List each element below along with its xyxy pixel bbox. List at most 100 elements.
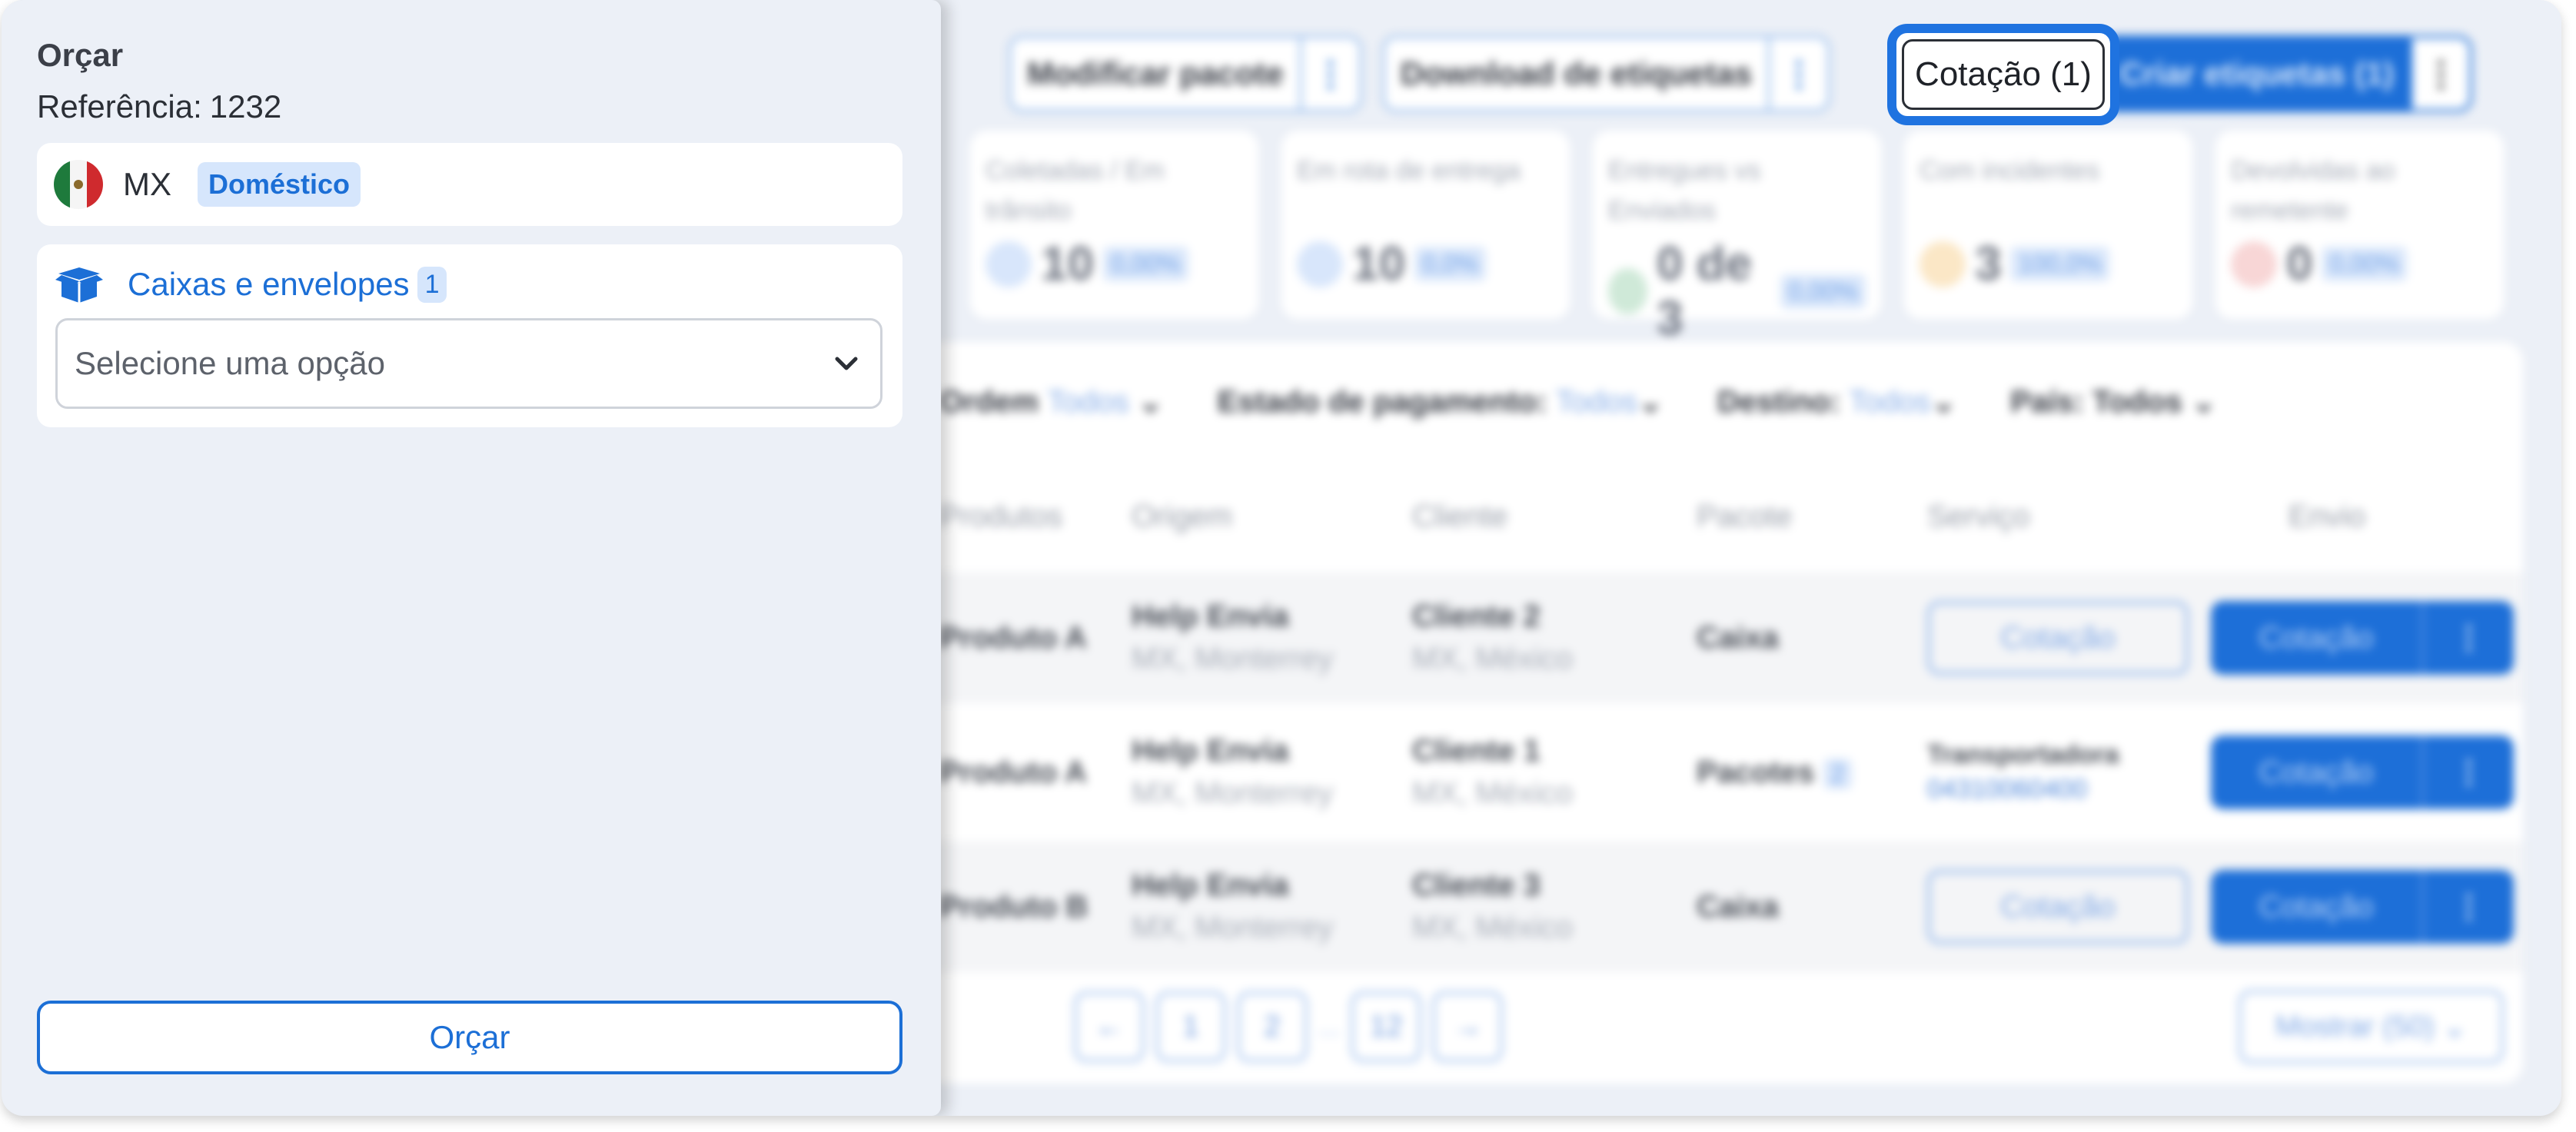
filter-payment[interactable]: Estado de pagamento: Todos⌄ <box>1217 384 1663 420</box>
stat-pct: 0,00% <box>1102 247 1188 281</box>
toolbar: Modificar pacote ⋮ Download de etiquetas… <box>1009 35 2473 112</box>
drawer-title: Orçar <box>37 37 124 73</box>
table-row[interactable]: Produto B Help Envia MX, Monterrey Client… <box>847 842 2523 972</box>
ship-quote-button[interactable]: Cotação ⋮ <box>2211 870 2514 944</box>
modify-package-button[interactable]: Modificar pacote ⋮ <box>1009 35 1362 112</box>
stat-value: 10 <box>1352 237 1405 290</box>
filter-order[interactable]: Ordem Todos ⌄ <box>939 384 1163 420</box>
stat-pct: 100,0% <box>2010 247 2110 281</box>
stat-value: 0 de 3 <box>1656 237 1753 345</box>
quote-button-highlight: Cotação (1) <box>1887 24 2119 125</box>
service-quote-button[interactable]: Cotação <box>1927 601 2189 675</box>
stat-card-delivered[interactable]: Entregues vs Enviados 0 de 3 0,00% <box>1593 131 1881 345</box>
packages-label: Caixas e envelopes <box>128 266 410 302</box>
package-type: Caixa <box>1697 620 1779 655</box>
stat-value: 3 <box>1975 237 2002 290</box>
stat-pct: 0,00% <box>2322 247 2408 281</box>
col-package: Pacote <box>1697 500 1793 533</box>
stat-card-transit[interactable]: Coletadas / Em trânsito 10 0,00% <box>970 131 1258 319</box>
download-labels-button[interactable]: Download de etiquetas ⋮ <box>1381 35 1831 112</box>
people-icon <box>1608 268 1647 314</box>
create-labels-label: Criar etiquetas (1) <box>2119 55 2395 91</box>
stat-title: Com incidentes <box>1920 156 2100 185</box>
package-select[interactable]: Selecione uma opção <box>55 318 882 409</box>
stat-value: 10 <box>1041 237 1094 290</box>
filter-destination[interactable]: Destino: Todos⌄ <box>1717 384 1956 420</box>
package-type: Caixa <box>1697 889 1779 924</box>
filter-country[interactable]: País: Todos ⌄ <box>2010 384 2216 420</box>
client-location: MX, México <box>1412 642 1573 676</box>
app-window: Modificar pacote ⋮ Download de etiquetas… <box>2 0 2561 1116</box>
country-code: MX <box>123 166 171 202</box>
more-options-icon[interactable]: ⋮ <box>2421 870 2514 944</box>
filter-order-label: Ordem <box>939 385 1039 419</box>
page-size-select[interactable]: Mostrar (50) ⌄ <box>2239 990 2504 1064</box>
client-location: MX, México <box>1412 776 1573 810</box>
reference-value: 1232 <box>209 88 282 124</box>
download-labels-label: Download de etiquetas <box>1400 55 1753 91</box>
origin-name: Help Envia <box>1132 734 1289 768</box>
col-ship: Envio <box>2288 500 2366 533</box>
client-location: MX, México <box>1412 911 1573 944</box>
col-service: Serviço <box>1927 500 2030 533</box>
page-button[interactable]: 2 <box>1237 991 1308 1062</box>
create-labels-button[interactable]: Criar etiquetas (1) ⋮ <box>2101 35 2473 112</box>
stat-card-delivery-route[interactable]: Em rota de entrega 10 0,0% <box>1281 131 1570 319</box>
origin-name: Help Envia <box>1132 599 1289 633</box>
reference-label: Referência: <box>37 88 202 124</box>
prev-page-button[interactable]: ← <box>1074 991 1145 1062</box>
carrier-name: Transportadora <box>1927 740 2119 769</box>
filter-destination-value: Todos <box>1848 385 1931 419</box>
ship-quote-label: Cotação <box>2259 755 2374 789</box>
reference: Referência: 1232 <box>37 88 281 125</box>
box-icon <box>55 267 103 303</box>
stats-row: Coletadas / Em trânsito 10 0,00% Em rota … <box>970 131 2504 345</box>
filter-destination-label: Destino: <box>1717 385 1840 419</box>
ship-quote-button[interactable]: Cotação ⋮ <box>2211 601 2514 675</box>
truck-icon <box>986 241 1032 287</box>
tracking-number[interactable]: 04310060400 <box>1927 775 2119 805</box>
page-button[interactable]: 1 <box>1155 991 1226 1062</box>
service-quote-button[interactable]: Cotação <box>1927 870 2189 944</box>
quote-button[interactable]: Cotação (1) <box>1902 39 2105 110</box>
origin-location: MX, Monterrey <box>1132 776 1334 810</box>
table-row[interactable]: Produto A Help Envia MX, Monterrey Client… <box>847 573 2523 703</box>
origin-location: MX, Monterrey <box>1132 911 1334 944</box>
modify-package-label: Modificar pacote <box>1027 55 1284 91</box>
stat-title: Em rota de entrega <box>1297 156 1521 185</box>
more-options-icon[interactable]: ⋮ <box>1767 38 1827 109</box>
stat-card-returned[interactable]: Devolvidas ao remetente 0 0,00% <box>2215 131 2504 319</box>
more-options-icon[interactable]: ⋮ <box>2409 38 2470 109</box>
stat-pct: 0,0% <box>1414 247 1486 281</box>
next-page-button[interactable]: → <box>1432 991 1504 1062</box>
submit-quote-button[interactable]: Orçar <box>37 1001 902 1074</box>
shipment-type-badge: Doméstico <box>198 162 361 207</box>
filter-order-value: Todos <box>1047 385 1129 419</box>
pagination: ← 1 2 ... 12 → <box>1074 991 1504 1062</box>
table-row[interactable]: Produto A Help Envia MX, Monterrey Client… <box>847 707 2523 838</box>
return-icon <box>2231 241 2277 287</box>
pagination-ellipsis: ... <box>1318 1011 1341 1041</box>
page-button[interactable]: 12 <box>1351 991 1422 1062</box>
more-options-icon[interactable]: ⋮ <box>2421 601 2514 675</box>
ship-quote-button[interactable]: Cotação ⋮ <box>2211 735 2514 809</box>
stat-card-incidents[interactable]: Com incidentes 3 100,0% <box>1904 131 2192 319</box>
stat-pct: 0,00% <box>1780 274 1866 309</box>
product-name: Produto A <box>939 755 1087 789</box>
quote-drawer: Orçar Referência: 1232 MX Doméstico Caixa… <box>2 0 941 1116</box>
filters-bar: Ordem Todos ⌄ Estado de pagamento: Todos… <box>939 384 2217 420</box>
package-type: Pacotes <box>1697 755 1815 789</box>
client-name: Cliente 2 <box>1412 599 1541 633</box>
packages-card: Caixas e envelopes 1 Selecione uma opção <box>37 244 902 427</box>
product-name: Produto B <box>939 889 1089 924</box>
col-client: Cliente <box>1412 500 1508 533</box>
warning-icon <box>1920 241 1966 287</box>
stat-title: Devolvidas ao remetente <box>2231 156 2395 225</box>
home-icon <box>1297 241 1343 287</box>
more-options-icon[interactable]: ⋮ <box>2421 735 2514 809</box>
ship-quote-label: Cotação <box>2259 889 2374 924</box>
package-count-badge: 2 <box>1823 758 1853 789</box>
origin-name: Help Envia <box>1132 868 1289 902</box>
product-name: Produto A <box>939 620 1087 655</box>
more-options-icon[interactable]: ⋮ <box>1298 38 1359 109</box>
